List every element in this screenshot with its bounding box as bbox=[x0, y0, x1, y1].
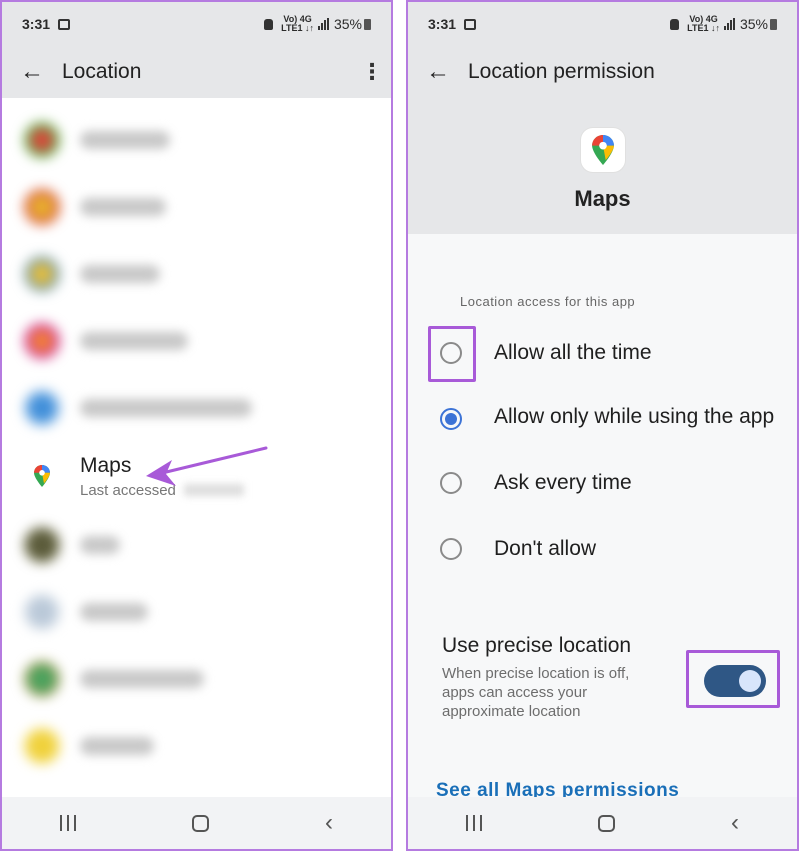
section-label: Location access for this app bbox=[460, 294, 636, 309]
app-icon bbox=[24, 526, 60, 563]
network-indicator: Vo) 4G LTE1 ↓↑ bbox=[687, 14, 720, 33]
maps-pin-icon bbox=[24, 458, 60, 494]
app-icon bbox=[24, 255, 60, 292]
right-phone-screen: 3:31 Vo) 4G LTE1 ↓↑ 35% ← Location permis… bbox=[406, 0, 799, 851]
recents-icon[interactable] bbox=[466, 815, 482, 831]
list-item[interactable] bbox=[2, 240, 391, 307]
gallery-icon bbox=[58, 18, 71, 30]
highlight-box-toggle bbox=[686, 650, 780, 708]
app-icon bbox=[24, 389, 60, 426]
app-name: Maps bbox=[574, 186, 631, 211]
home-icon[interactable] bbox=[598, 814, 615, 832]
option-ask-every-time[interactable]: Ask every time bbox=[408, 469, 797, 497]
app-header: Maps bbox=[408, 98, 797, 234]
back-arrow-icon[interactable]: ← bbox=[20, 60, 46, 84]
lock-icon bbox=[670, 18, 680, 30]
precise-location-setting[interactable]: Use precise location When precise locati… bbox=[442, 634, 662, 721]
list-item[interactable] bbox=[2, 578, 391, 645]
more-options-icon[interactable]: ⋮ bbox=[361, 59, 383, 85]
signal-icon bbox=[723, 18, 735, 30]
highlight-box-radio bbox=[428, 326, 476, 382]
back-arrow-icon[interactable]: ← bbox=[426, 60, 452, 84]
radio-ask-every-time[interactable] bbox=[440, 472, 462, 494]
nav-back-icon[interactable]: ‹ bbox=[325, 811, 333, 835]
lock-icon bbox=[264, 18, 274, 30]
app-icon bbox=[24, 727, 60, 764]
highlight-arrow-icon bbox=[146, 446, 268, 486]
status-bar: 3:31 Vo) 4G LTE1 ↓↑ 35% bbox=[2, 2, 391, 46]
list-item[interactable] bbox=[2, 307, 391, 374]
option-label: Allow only while using the app bbox=[494, 405, 775, 428]
system-nav-bar: ‹ bbox=[2, 797, 391, 849]
list-item[interactable] bbox=[2, 712, 391, 779]
list-item[interactable] bbox=[2, 645, 391, 712]
battery-icon bbox=[364, 18, 371, 30]
comparison-canvas: 3:31 Vo) 4G LTE1 ↓↑ 35% ← Location ⋮ Map… bbox=[0, 0, 800, 851]
status-time: 3:31 bbox=[428, 16, 457, 32]
radio-allow-while-using[interactable] bbox=[440, 408, 462, 430]
list-item[interactable] bbox=[2, 106, 391, 173]
page-title: Location permission bbox=[468, 60, 655, 83]
precise-location-title: Use precise location bbox=[442, 634, 632, 657]
nav-back-icon[interactable]: ‹ bbox=[731, 811, 739, 835]
recents-icon[interactable] bbox=[60, 815, 76, 831]
battery-percent: 35% bbox=[333, 16, 362, 32]
page-title: Location bbox=[62, 60, 142, 83]
list-item[interactable] bbox=[2, 173, 391, 240]
battery-icon bbox=[770, 18, 777, 30]
list-item[interactable] bbox=[2, 511, 391, 578]
app-icon bbox=[24, 593, 60, 630]
app-icon bbox=[24, 322, 60, 359]
maps-app-icon bbox=[580, 128, 625, 172]
app-bar: ← Location permission bbox=[408, 46, 797, 98]
battery-percent: 35% bbox=[739, 16, 768, 32]
signal-icon bbox=[317, 18, 329, 30]
app-bar: ← Location ⋮ bbox=[2, 46, 391, 98]
option-dont-allow[interactable]: Don't allow bbox=[408, 535, 797, 563]
gallery-icon bbox=[464, 18, 477, 30]
list-item[interactable] bbox=[2, 374, 391, 441]
status-bar: 3:31 Vo) 4G LTE1 ↓↑ 35% bbox=[408, 2, 797, 46]
system-nav-bar: ‹ bbox=[408, 797, 797, 849]
left-phone-screen: 3:31 Vo) 4G LTE1 ↓↑ 35% ← Location ⋮ Map… bbox=[0, 0, 393, 851]
option-label: Don't allow bbox=[494, 537, 597, 560]
radio-dont-allow[interactable] bbox=[440, 538, 462, 560]
option-label: Ask every time bbox=[494, 471, 632, 494]
app-icon bbox=[24, 188, 60, 225]
network-indicator: Vo) 4G LTE1 ↓↑ bbox=[281, 14, 314, 33]
status-time: 3:31 bbox=[22, 16, 51, 32]
app-icon bbox=[24, 660, 60, 697]
option-label: Allow all the time bbox=[494, 341, 652, 364]
option-allow-while-using[interactable]: Allow only while using the app bbox=[408, 403, 797, 431]
home-icon[interactable] bbox=[192, 814, 209, 832]
precise-location-description: When precise location is off, apps can a… bbox=[442, 665, 630, 720]
app-icon bbox=[24, 121, 60, 158]
